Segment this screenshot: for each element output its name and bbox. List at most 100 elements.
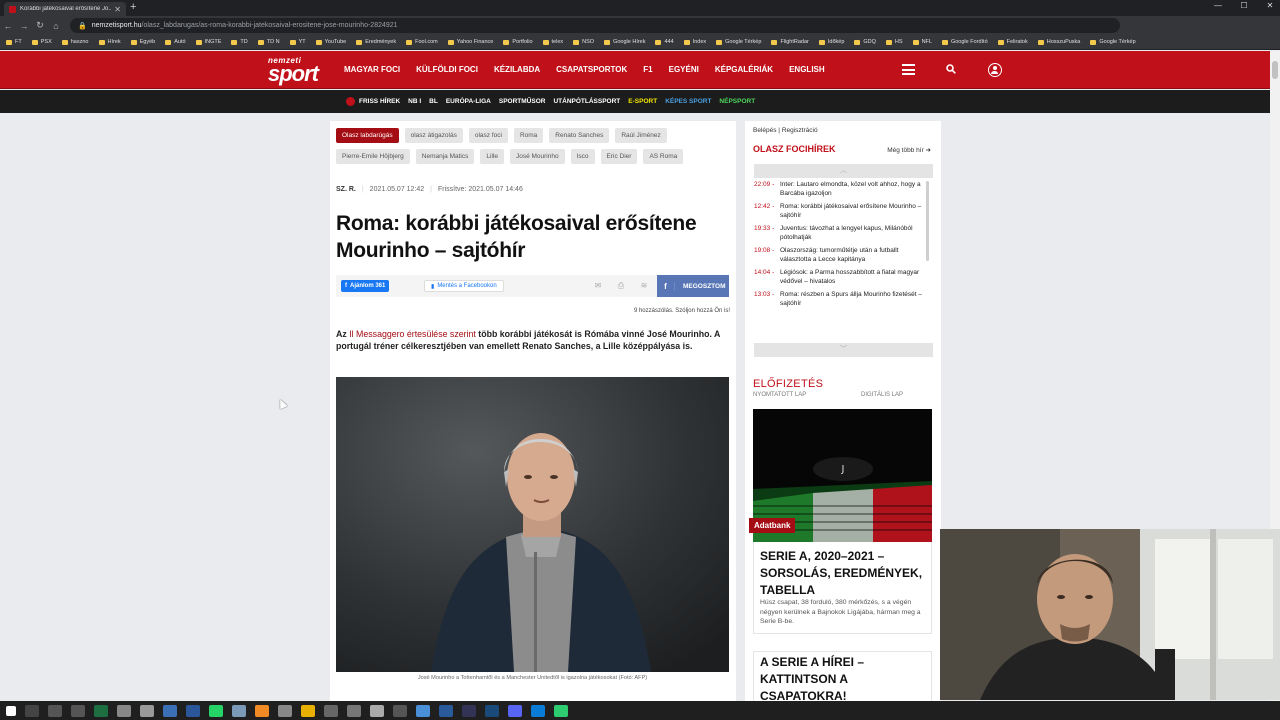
app-icon[interactable]: [416, 704, 430, 717]
digital-edition-link[interactable]: DIGITÁLIS LAP: [861, 392, 903, 398]
browser-tab[interactable]: Korábbi játékosaival erősítene Jo... ✕: [4, 2, 126, 16]
task-view-icon[interactable]: [71, 704, 85, 717]
news-item[interactable]: 12:42 - Roma: korábbi játékosaival erősít…: [754, 203, 929, 220]
news-scrollbar[interactable]: [926, 181, 929, 261]
article-tag[interactable]: AS Roma: [643, 149, 684, 164]
maximize-icon[interactable]: ☐: [1238, 1, 1250, 10]
article-tag[interactable]: Lille: [480, 149, 504, 164]
bookmark-item[interactable]: NSO: [573, 39, 594, 45]
bookmark-item[interactable]: YouTube: [315, 39, 346, 45]
facebook-save-button[interactable]: ▮ Mentés a Facebookon: [424, 280, 504, 292]
sub-nav-item[interactable]: EURÓPA-LIGA: [446, 98, 491, 105]
comments-link[interactable]: 9 hozzászólás. Szóljon hozzá Ön is!: [634, 308, 730, 314]
bookmark-item[interactable]: GDQ: [854, 39, 876, 45]
store-icon[interactable]: [140, 704, 154, 717]
article-tag[interactable]: Roma: [513, 128, 544, 143]
minimize-icon[interactable]: —: [1212, 1, 1224, 10]
sub-nav-item[interactable]: NÉPSPORT: [719, 98, 755, 105]
facebook-like-button[interactable]: f Ajánlom 361: [341, 280, 390, 292]
whatsapp-icon[interactable]: [209, 704, 223, 717]
bookmark-item[interactable]: 444: [655, 39, 674, 45]
home-icon[interactable]: ⌂: [48, 21, 64, 31]
bookmark-item[interactable]: Feliratok: [997, 39, 1028, 45]
url-field[interactable]: 🔒 nemzetisport.hu /olasz_labdarugas/as-r…: [70, 18, 1120, 33]
close-tab-icon[interactable]: ✕: [114, 5, 121, 14]
bookmark-item[interactable]: haszno: [61, 39, 89, 45]
close-window-icon[interactable]: ✕: [1264, 1, 1276, 10]
app-icon[interactable]: [370, 704, 384, 717]
scrollbar-thumb[interactable]: [1272, 61, 1278, 79]
source-link[interactable]: Il Messaggero értesülése szerint: [349, 329, 476, 339]
edge-icon[interactable]: [531, 704, 545, 717]
bookmark-item[interactable]: INGTE: [195, 39, 221, 45]
bookmark-item[interactable]: Google Fordító: [941, 39, 988, 45]
bookmark-item[interactable]: Portfolio: [503, 39, 533, 45]
sub-nav-item[interactable]: E-SPORT: [628, 98, 657, 105]
new-tab-button[interactable]: +: [130, 1, 136, 13]
reload-icon[interactable]: ↻: [32, 20, 48, 31]
vlc-icon[interactable]: [255, 704, 269, 717]
main-nav-item[interactable]: CSAPATSPORTOK: [556, 65, 627, 74]
forward-icon[interactable]: →: [16, 21, 32, 31]
app-icon[interactable]: [324, 704, 338, 717]
bookmark-item[interactable]: YT: [289, 39, 306, 45]
news-item[interactable]: 22:09 - Inter: Lautaro elmondta, közel vo…: [754, 181, 929, 198]
main-nav-item[interactable]: F1: [643, 65, 652, 74]
main-nav-item[interactable]: ENGLISH: [789, 65, 825, 74]
news-item[interactable]: 19:33 - Juventus: távozhat a lengyel kapu…: [754, 225, 929, 242]
search-icon[interactable]: [25, 704, 39, 717]
bookmark-item[interactable]: Autó: [165, 39, 186, 45]
more-news-link[interactable]: Még több hír ➜: [887, 146, 931, 154]
user-account-icon[interactable]: [988, 63, 1002, 77]
sub-nav-item[interactable]: NB I: [408, 98, 421, 105]
main-nav-item[interactable]: KÉZILABDA: [494, 65, 540, 74]
bookmark-item[interactable]: FlightRadar: [771, 39, 809, 45]
email-icon[interactable]: ✉: [593, 281, 603, 291]
outlook-icon[interactable]: [163, 704, 177, 717]
news-item[interactable]: 13:03 - Roma: részben a Spurs állja Mouri…: [754, 291, 929, 308]
site-logo[interactable]: nemzeti sport: [268, 56, 319, 84]
app-icon[interactable]: [485, 704, 499, 717]
windows-start-icon[interactable]: [6, 705, 16, 716]
bookmark-item[interactable]: FT: [6, 39, 22, 45]
bookmark-item[interactable]: NFL: [912, 39, 932, 45]
article-tag[interactable]: Renato Sanches: [549, 128, 610, 143]
bookmark-item[interactable]: HosszuPuska: [1037, 39, 1080, 45]
cortana-icon[interactable]: [48, 704, 62, 717]
article-tag[interactable]: olasz foci: [468, 128, 508, 143]
bookmark-item[interactable]: Hírek: [98, 39, 121, 45]
app-icon[interactable]: [439, 704, 453, 717]
main-nav-item[interactable]: MAGYAR FOCI: [344, 65, 400, 74]
news-item[interactable]: 14:04 - Légiósok: a Parma hosszabbított a…: [754, 269, 929, 286]
scroll-down-button[interactable]: ﹀: [754, 343, 933, 357]
article-tag[interactable]: Raúl Jiménez: [615, 128, 667, 143]
search-icon[interactable]: [946, 64, 956, 74]
bookmark-item[interactable]: Google Térkép: [1090, 39, 1136, 45]
article-tag[interactable]: olasz átigazolás: [404, 128, 463, 143]
login-link[interactable]: Belépés: [753, 127, 777, 134]
main-nav-item[interactable]: EGYÉNI: [669, 65, 699, 74]
bookmark-item[interactable]: Időkép: [818, 39, 844, 45]
register-link[interactable]: Regisztráció: [782, 127, 818, 134]
print-icon[interactable]: ⎙: [616, 281, 626, 291]
excel-icon[interactable]: [94, 704, 108, 717]
bookmark-item[interactable]: Fool.com: [406, 39, 438, 45]
word-icon[interactable]: [186, 704, 200, 717]
article-tag[interactable]: José Mourinho: [509, 149, 565, 164]
bookmark-item[interactable]: Egyéb: [130, 39, 155, 45]
share-button[interactable]: f MEGOSZTOM: [657, 275, 729, 297]
sub-nav-item[interactable]: FRISS HÍREK: [359, 98, 400, 105]
bookmark-item[interactable]: HS: [885, 39, 903, 45]
app-icon[interactable]: [347, 704, 361, 717]
rss-icon[interactable]: ≋: [639, 281, 649, 291]
bookmark-item[interactable]: telex: [542, 39, 563, 45]
main-nav-item[interactable]: KÜLFÖLDI FOCI: [416, 65, 478, 74]
app-icon[interactable]: [462, 704, 476, 717]
subscribe-title[interactable]: ELŐFIZETÉS: [753, 378, 823, 390]
bookmark-item[interactable]: PSX: [31, 39, 52, 45]
app-icon[interactable]: [232, 704, 246, 717]
bookmark-item[interactable]: Google Hírek: [604, 39, 645, 45]
app-icon[interactable]: [554, 704, 568, 717]
discord-icon[interactable]: [508, 704, 522, 717]
sidebar-section-title[interactable]: OLASZ FOCIHÍREK: [753, 144, 836, 154]
